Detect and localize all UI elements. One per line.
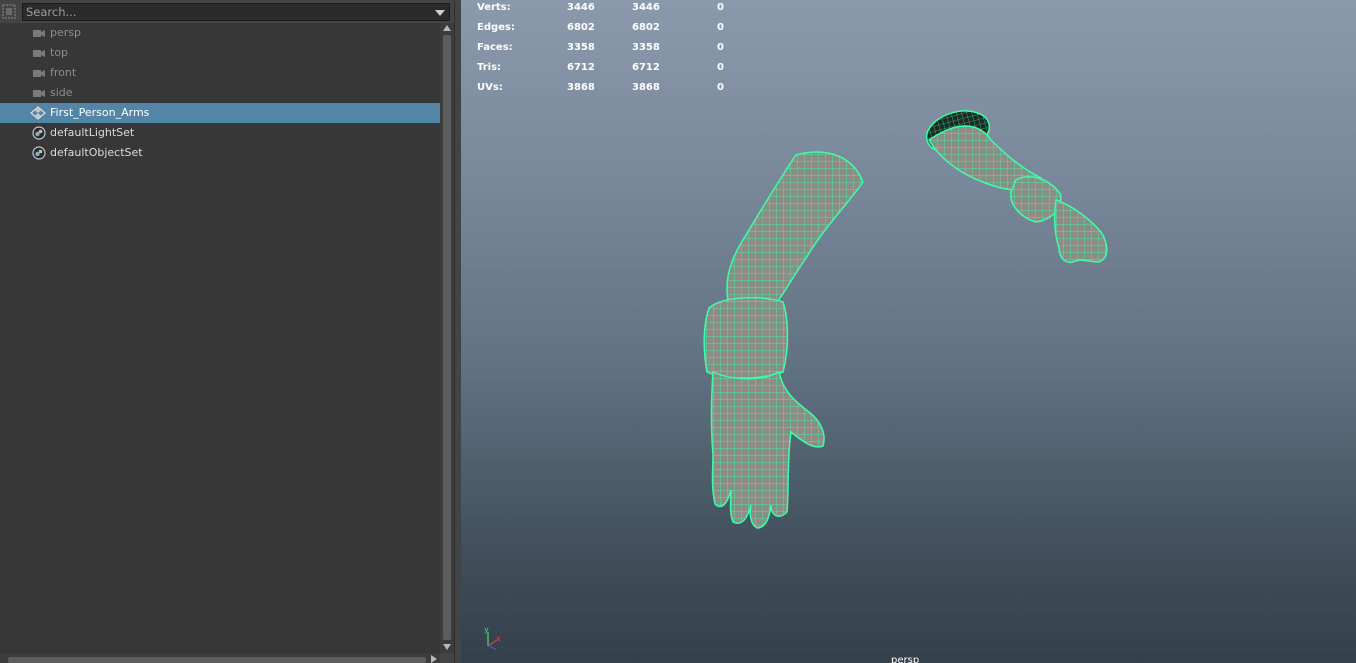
hud-value: 6802 — [567, 22, 595, 33]
outliner-item-persp[interactable]: persp — [0, 23, 440, 43]
outliner-item-label: defaultLightSet — [50, 126, 135, 139]
outliner-item-label: top — [50, 46, 69, 59]
outliner-item-label: side — [50, 86, 73, 99]
camera-name-label: persp — [891, 655, 920, 663]
hud-value: 0 — [717, 62, 724, 73]
hud-row-verts: Verts: 3446 3446 0 — [477, 0, 777, 20]
3d-viewport[interactable]: Verts: 3446 3446 0 Edges: 6802 6802 0 Fa… — [461, 0, 1356, 663]
mesh-group-icon — [30, 106, 46, 120]
hud-label: Verts: — [477, 2, 511, 13]
hud-row-edges: Edges: 6802 6802 0 — [477, 20, 777, 40]
hud-value: 6802 — [632, 22, 660, 33]
hud-value: 3446 — [632, 2, 660, 13]
outliner-item-default-object-set[interactable]: defaultObjectSet — [0, 143, 440, 163]
axis-y-label: y — [484, 625, 489, 634]
hud-value: 6712 — [632, 62, 660, 73]
search-input[interactable] — [26, 4, 426, 20]
outliner-panel: persp top front side — [0, 0, 454, 663]
outliner-search-row — [0, 2, 454, 22]
horizontal-scroll-thumb[interactable] — [8, 657, 426, 663]
object-set-icon — [32, 126, 46, 140]
scroll-down-arrow-icon[interactable] — [443, 644, 451, 650]
outliner-item-label: persp — [50, 26, 81, 39]
camera-icon — [33, 90, 45, 97]
hud-label: Faces: — [477, 42, 513, 53]
outliner-item-front[interactable]: front — [0, 63, 440, 83]
chevron-down-icon[interactable] — [435, 10, 445, 16]
outliner-item-default-light-set[interactable]: defaultLightSet — [0, 123, 440, 143]
camera-icon — [33, 30, 45, 37]
axis-gizmo-icon: y x — [484, 625, 501, 650]
panel-splitter[interactable] — [454, 0, 461, 663]
hud-value: 6712 — [567, 62, 595, 73]
hud-value: 3868 — [632, 82, 660, 93]
hud-row-uvs: UVs: 3868 3868 0 — [477, 80, 777, 100]
hud-value: 0 — [717, 82, 724, 93]
camera-icon — [33, 50, 45, 57]
outliner-search-box[interactable] — [22, 3, 450, 21]
hud-row-tris: Tris: 6712 6712 0 — [477, 60, 777, 80]
outliner-item-label: defaultObjectSet — [50, 146, 143, 159]
camera-icon — [33, 70, 45, 77]
horizontal-scrollbar[interactable] — [0, 653, 440, 663]
hud-value: 3446 — [567, 2, 595, 13]
axis-x-label: x — [496, 634, 501, 643]
left-arm-mesh[interactable] — [703, 151, 864, 529]
hud-value: 0 — [717, 22, 724, 33]
hud-label: UVs: — [477, 82, 503, 93]
outliner-list: persp top front side First_Person_Arms d… — [0, 23, 440, 653]
hud-value: 0 — [717, 2, 724, 13]
poly-count-hud: Verts: 3446 3446 0 Edges: 6802 6802 0 Fa… — [477, 0, 777, 100]
hud-value: 0 — [717, 42, 724, 53]
filter-icon[interactable] — [2, 4, 16, 19]
hud-label: Tris: — [477, 62, 502, 73]
outliner-item-top[interactable]: top — [0, 43, 440, 63]
hud-row-faces: Faces: 3358 3358 0 — [477, 40, 777, 60]
outliner-item-side[interactable]: side — [0, 83, 440, 103]
outliner-item-first-person-arms[interactable]: First_Person_Arms — [0, 103, 440, 123]
scroll-right-arrow-icon[interactable] — [431, 655, 437, 663]
hud-value: 3868 — [567, 82, 595, 93]
vertical-scroll-thumb[interactable] — [443, 35, 451, 640]
outliner-item-label: First_Person_Arms — [50, 106, 150, 119]
object-set-icon — [32, 146, 46, 160]
right-arm-mesh[interactable] — [922, 104, 1108, 264]
outliner-item-label: front — [50, 66, 77, 79]
vertical-scrollbar[interactable] — [440, 23, 454, 653]
hud-label: Edges: — [477, 22, 515, 33]
scroll-up-arrow-icon[interactable] — [443, 25, 451, 31]
hud-value: 3358 — [632, 42, 660, 53]
hud-value: 3358 — [567, 42, 595, 53]
